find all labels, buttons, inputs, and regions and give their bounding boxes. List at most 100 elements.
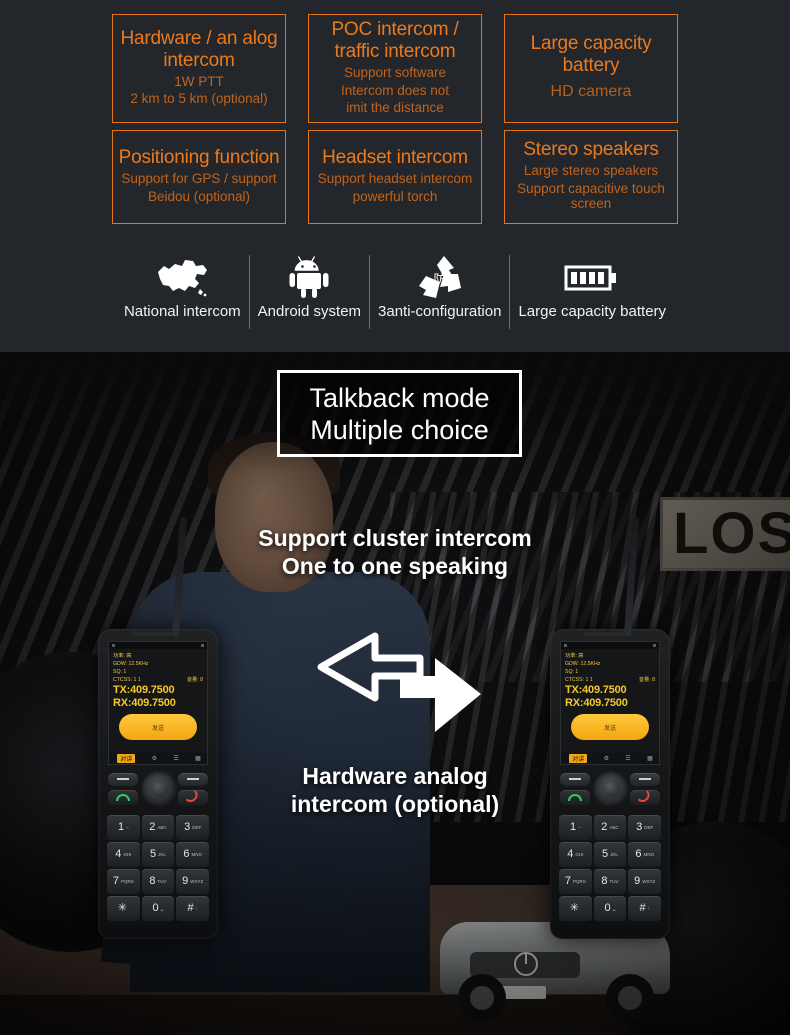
dpad-navigation[interactable]: [141, 771, 177, 807]
key-alpha: WXYZ: [190, 879, 204, 884]
nav-item-talk[interactable]: 对讲: [117, 754, 136, 763]
spec-row-2: Positioning function Support for GPS / s…: [0, 129, 790, 224]
key-3[interactable]: 3 DEF: [628, 815, 661, 840]
key-number: 6: [635, 848, 642, 860]
left-soft-key[interactable]: [108, 773, 138, 786]
key-number: 2: [601, 821, 608, 833]
end-call-key[interactable]: [630, 790, 660, 805]
right-soft-key[interactable]: [178, 773, 208, 786]
screen-row: 功率: 高: [565, 652, 655, 660]
phone-screen[interactable]: 功率: 高 GDW: 12.5KHz SQ: 1 CTCSS: 1 1 音量: 8…: [560, 641, 660, 765]
walkie-talkie-phone-left[interactable]: 功率: 高 GDW: 12.5KHz SQ: 1 CTCSS: 1 1 音量: 8…: [98, 516, 218, 939]
spec-sub-1: HD camera: [550, 83, 632, 101]
key-star[interactable]: ✳: [107, 896, 140, 921]
key-7[interactable]: 7 PQRS: [559, 869, 592, 894]
key-hash[interactable]: # ↑: [176, 896, 209, 921]
feature-android-system[interactable]: Android system: [250, 253, 369, 331]
arrow-group: [305, 632, 485, 742]
key-3[interactable]: 3 DEF: [176, 815, 209, 840]
key-hash[interactable]: # ↑: [628, 896, 661, 921]
key-1[interactable]: 1–: [559, 815, 592, 840]
nav-item-talk[interactable]: 对讲: [569, 754, 588, 763]
spec-box-stereo-speakers[interactable]: Stereo speakers Large stereo speakers Su…: [504, 129, 678, 224]
walkie-talkie-phone-right[interactable]: 功率: 高 GDW: 12.5KHz SQ: 1 CTCSS: 1 1 音量: 8…: [550, 516, 670, 939]
soft-key-row: [104, 771, 212, 813]
key-6[interactable]: 6 MNO: [628, 842, 661, 867]
nav-item-list-icon[interactable]: ☰: [173, 755, 178, 762]
key-5[interactable]: 5 JKL: [141, 842, 175, 867]
nav-item-grid-icon[interactable]: ▦: [195, 755, 201, 762]
spec-box-positioning-function[interactable]: Positioning function Support for GPS / s…: [112, 129, 286, 224]
key-4[interactable]: 4 GHI: [107, 842, 140, 867]
key-9[interactable]: 9 WXYZ: [176, 869, 209, 894]
key-number: 2: [149, 821, 156, 833]
key-0[interactable]: 0 ␣: [593, 896, 627, 921]
key-8[interactable]: 8 TUV: [593, 869, 627, 894]
key-number: 7: [112, 875, 119, 887]
dpad-navigation[interactable]: [593, 771, 629, 807]
screen-row: GDW: 12.5KHz: [565, 660, 655, 668]
feature-large-capacity-battery[interactable]: Large capacity battery: [510, 253, 674, 331]
screen-row: SQ: 1: [113, 668, 203, 676]
nav-item-grid-icon[interactable]: ▦: [647, 755, 653, 762]
key-6[interactable]: 6 MNO: [176, 842, 209, 867]
spec-sub-1: 1W PTT: [174, 73, 224, 89]
spec-sub-2: powerful torch: [352, 188, 438, 204]
soft-key-bar: [187, 778, 199, 780]
key-0[interactable]: 0 ␣: [141, 896, 175, 921]
tx-frequency: TX:409.7500: [565, 684, 627, 696]
status-bar: [109, 642, 207, 649]
spec-title: Positioning function: [118, 147, 280, 168]
key-number: 4: [115, 848, 122, 860]
number-grid: 1– 2 ABC 3 DEF 4 GHI 5 JKL 6 MNO 7 PQRS 8 TUV 9…: [107, 815, 209, 921]
key-alpha: ␣: [160, 906, 164, 911]
key-9[interactable]: 9 WXYZ: [628, 869, 661, 894]
spec-box-poc-intercom[interactable]: POC intercom / traffic intercom Support …: [308, 14, 482, 123]
feature-national-intercom[interactable]: National intercom: [116, 253, 249, 331]
nav-item-settings-icon[interactable]: ⚙: [604, 755, 609, 762]
key-star[interactable]: ✳: [559, 896, 592, 921]
call-key[interactable]: [108, 790, 138, 805]
spec-title: Headset intercom: [322, 147, 468, 168]
keypad[interactable]: 1– 2 ABC 3 DEF 4 GHI 5 JKL 6 MNO 7 PQRS 8 TUV 9…: [104, 771, 212, 933]
keypad[interactable]: 1– 2 ABC 3 DEF 4 GHI 5 JKL 6 MNO 7 PQRS 8 TUV 9…: [556, 771, 664, 933]
nav-item-settings-icon[interactable]: ⚙: [152, 755, 157, 762]
ptt-button[interactable]: 发送: [571, 714, 649, 740]
ptt-button[interactable]: 发送: [119, 714, 197, 740]
product-banner-page: Hardware / an alog intercom 1W PTT 2 km …: [0, 0, 790, 1035]
call-handset-icon: [568, 794, 582, 801]
key-2[interactable]: 2 ABC: [593, 815, 627, 840]
spec-box-large-capacity-battery[interactable]: Large capacity battery HD camera: [504, 14, 678, 123]
key-5[interactable]: 5 JKL: [593, 842, 627, 867]
key-7[interactable]: 7 PQRS: [107, 869, 140, 894]
left-soft-key[interactable]: [560, 773, 590, 786]
spec-title: Hardware / an alog intercom: [120, 27, 278, 71]
call-key[interactable]: [560, 790, 590, 805]
key-4[interactable]: 4 GHI: [559, 842, 592, 867]
screen-row: CTCSS: 1 1 音量: 8: [565, 676, 655, 684]
key-2[interactable]: 2 ABC: [141, 815, 175, 840]
status-dot: [564, 644, 567, 647]
key-alpha: WXYZ: [642, 879, 656, 884]
phone-screen[interactable]: 功率: 高 GDW: 12.5KHz SQ: 1 CTCSS: 1 1 音量: 8…: [108, 641, 208, 765]
screen-info-rows: 功率: 高 GDW: 12.5KHz SQ: 1 CTCSS: 1 1 音量: 8: [561, 649, 659, 684]
right-soft-key[interactable]: [630, 773, 660, 786]
screen-row-right: 音量: 8: [186, 677, 203, 683]
anti-glyph-char: 防: [433, 272, 446, 288]
feature-icon-row: National intercom Android system 防 3anti…: [0, 253, 790, 337]
talkback-line-2: Multiple choice: [310, 414, 489, 445]
key-8[interactable]: 8 TUV: [141, 869, 175, 894]
spec-box-hardware-analog-intercom[interactable]: Hardware / an alog intercom 1W PTT 2 km …: [112, 14, 286, 123]
feature-3anti-configuration[interactable]: 防 3anti-configuration: [370, 253, 509, 331]
key-number: 4: [567, 848, 574, 860]
end-call-key[interactable]: [178, 790, 208, 805]
key-number: #: [639, 902, 646, 914]
hero-photo-section: LOS Talkback mode Multiple choice Suppor…: [0, 352, 790, 1035]
nav-item-list-icon[interactable]: ☰: [625, 755, 630, 762]
screen-row-right: 音量: 8: [638, 677, 655, 683]
key-number: 8: [601, 875, 608, 887]
key-alpha: ␣: [612, 906, 616, 911]
spec-sub-1: Large stereo speakers: [523, 163, 659, 179]
spec-box-headset-intercom[interactable]: Headset intercom Support headset interco…: [308, 129, 482, 224]
key-1[interactable]: 1–: [107, 815, 140, 840]
